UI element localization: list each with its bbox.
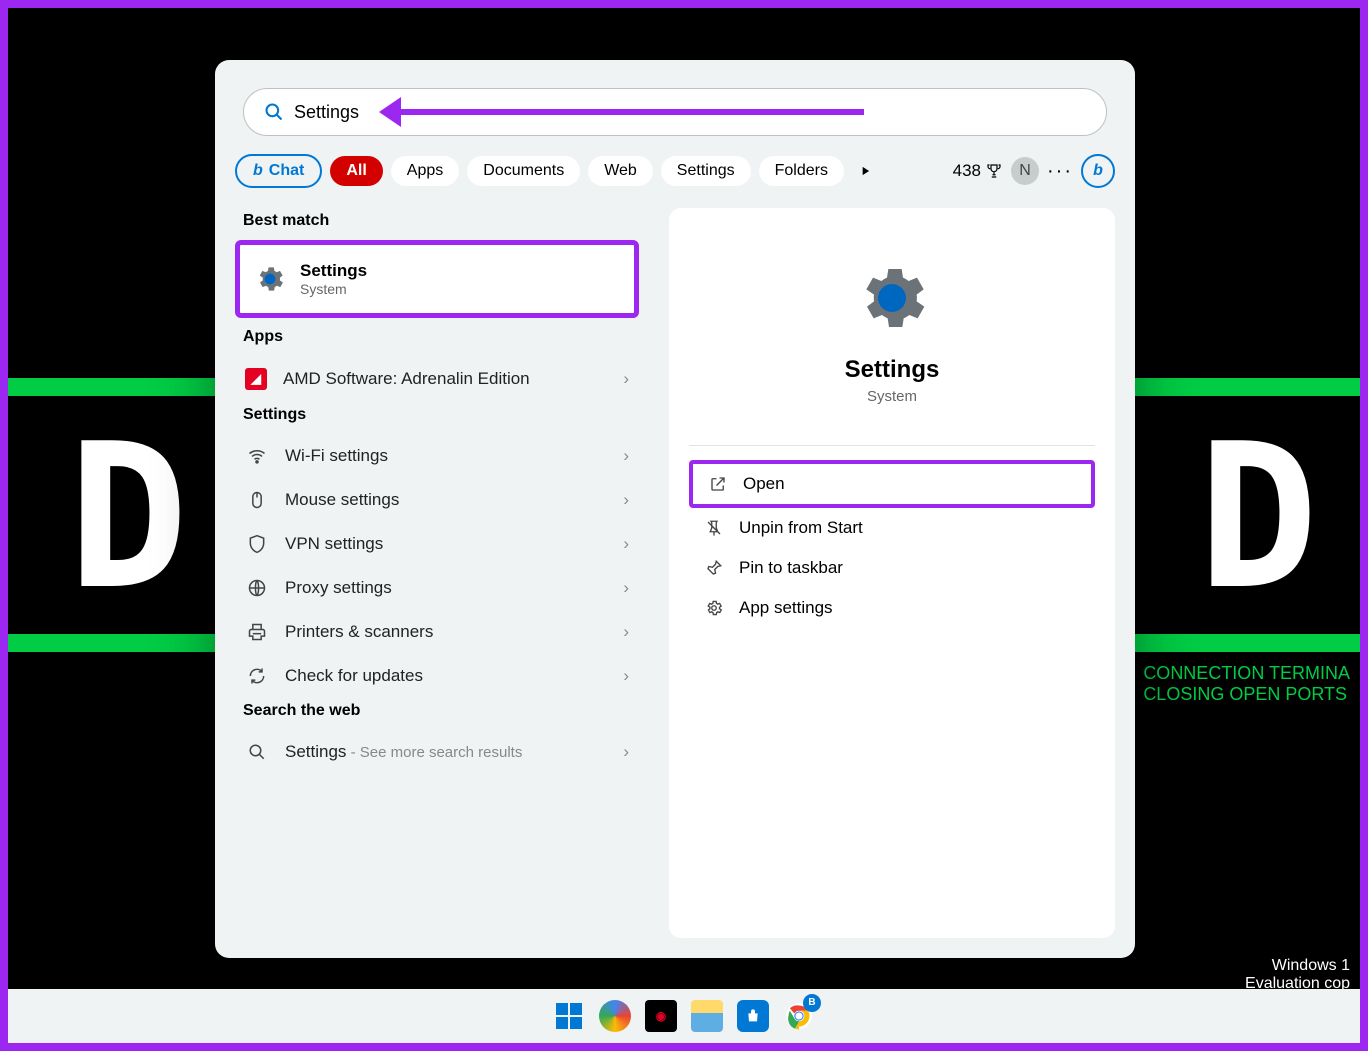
action-app-settings[interactable]: App settings bbox=[689, 588, 1095, 628]
preview-title: Settings bbox=[845, 356, 940, 384]
gear-icon bbox=[254, 263, 286, 295]
action-unpin-start[interactable]: Unpin from Start bbox=[689, 508, 1095, 548]
amd-icon: ◢ bbox=[245, 368, 267, 390]
open-icon bbox=[707, 475, 729, 493]
chevron-right-icon: › bbox=[623, 490, 629, 510]
printer-icon bbox=[245, 622, 269, 642]
mouse-icon bbox=[245, 490, 269, 510]
copilot-icon[interactable] bbox=[599, 1000, 631, 1032]
app-item-amd[interactable]: ◢ AMD Software: Adrenalin Edition › bbox=[235, 356, 639, 402]
setting-proxy[interactable]: Proxy settings› bbox=[235, 566, 639, 610]
shield-icon bbox=[245, 534, 269, 554]
filter-documents[interactable]: Documents bbox=[467, 156, 580, 186]
best-match-subtitle: System bbox=[300, 281, 367, 297]
best-match-item[interactable]: Settings System bbox=[235, 240, 639, 318]
filter-web[interactable]: Web bbox=[588, 156, 653, 186]
chat-tab[interactable]: b Chat bbox=[235, 154, 322, 188]
start-search-panel: b Chat All Apps Documents Web Settings F… bbox=[215, 60, 1135, 958]
trophy-icon bbox=[985, 162, 1003, 180]
preview-subtitle: System bbox=[867, 388, 917, 405]
filter-all[interactable]: All bbox=[330, 156, 382, 186]
chevron-right-icon: › bbox=[623, 534, 629, 554]
web-search-item[interactable]: Settings - See more search results › bbox=[235, 730, 639, 774]
settings-label: Settings bbox=[243, 406, 631, 424]
chevron-right-icon: › bbox=[623, 369, 629, 389]
best-match-title: Settings bbox=[300, 261, 367, 281]
unpin-icon bbox=[703, 519, 725, 537]
rewards-points[interactable]: 438 bbox=[953, 161, 1003, 181]
action-pin-taskbar[interactable]: Pin to taskbar bbox=[689, 548, 1095, 588]
wifi-icon bbox=[245, 446, 269, 466]
filter-apps[interactable]: Apps bbox=[391, 156, 459, 186]
store-icon[interactable] bbox=[737, 1000, 769, 1032]
more-menu[interactable]: ··· bbox=[1047, 160, 1073, 183]
user-avatar[interactable]: N bbox=[1011, 157, 1039, 185]
setting-mouse[interactable]: Mouse settings› bbox=[235, 478, 639, 522]
setting-updates[interactable]: Check for updates› bbox=[235, 654, 639, 698]
filter-settings[interactable]: Settings bbox=[661, 156, 751, 186]
search-icon bbox=[264, 102, 284, 122]
action-open[interactable]: Open bbox=[689, 460, 1095, 508]
globe-icon bbox=[245, 578, 269, 598]
chevron-right-icon: › bbox=[623, 666, 629, 686]
gear-icon bbox=[703, 599, 725, 617]
divider bbox=[689, 445, 1095, 446]
annotation-arrow bbox=[384, 109, 864, 115]
taskbar: ◉ B bbox=[8, 989, 1360, 1043]
search-icon bbox=[245, 743, 269, 761]
gear-icon bbox=[852, 258, 932, 338]
chrome-icon[interactable]: B bbox=[783, 1000, 815, 1032]
apps-label: Apps bbox=[243, 328, 631, 346]
amd-taskbar-icon[interactable]: ◉ bbox=[645, 1000, 677, 1032]
filter-row: b Chat All Apps Documents Web Settings F… bbox=[235, 154, 1115, 188]
setting-printers[interactable]: Printers & scanners› bbox=[235, 610, 639, 654]
chevron-right-icon: › bbox=[623, 742, 629, 762]
chevron-right-icon: › bbox=[623, 446, 629, 466]
best-match-label: Best match bbox=[243, 212, 631, 230]
setting-wifi[interactable]: Wi-Fi settings› bbox=[235, 434, 639, 478]
preview-pane: Settings System Open Unpin from Start Pi… bbox=[669, 208, 1115, 938]
explorer-icon[interactable] bbox=[691, 1000, 723, 1032]
search-box[interactable] bbox=[243, 88, 1107, 136]
web-label: Search the web bbox=[243, 702, 631, 720]
pin-icon bbox=[703, 559, 725, 577]
chevron-right-icon: › bbox=[623, 578, 629, 598]
more-filters-icon[interactable] bbox=[858, 164, 872, 178]
chevron-right-icon: › bbox=[623, 622, 629, 642]
bing-icon: b bbox=[253, 162, 263, 180]
start-button[interactable] bbox=[553, 1000, 585, 1032]
filter-folders[interactable]: Folders bbox=[759, 156, 844, 186]
bing-button[interactable]: b bbox=[1081, 154, 1115, 188]
notification-badge: B bbox=[803, 994, 821, 1012]
results-pane: Best match Settings System Apps ◢ AMD So… bbox=[215, 208, 659, 958]
refresh-icon bbox=[245, 666, 269, 686]
setting-vpn[interactable]: VPN settings› bbox=[235, 522, 639, 566]
